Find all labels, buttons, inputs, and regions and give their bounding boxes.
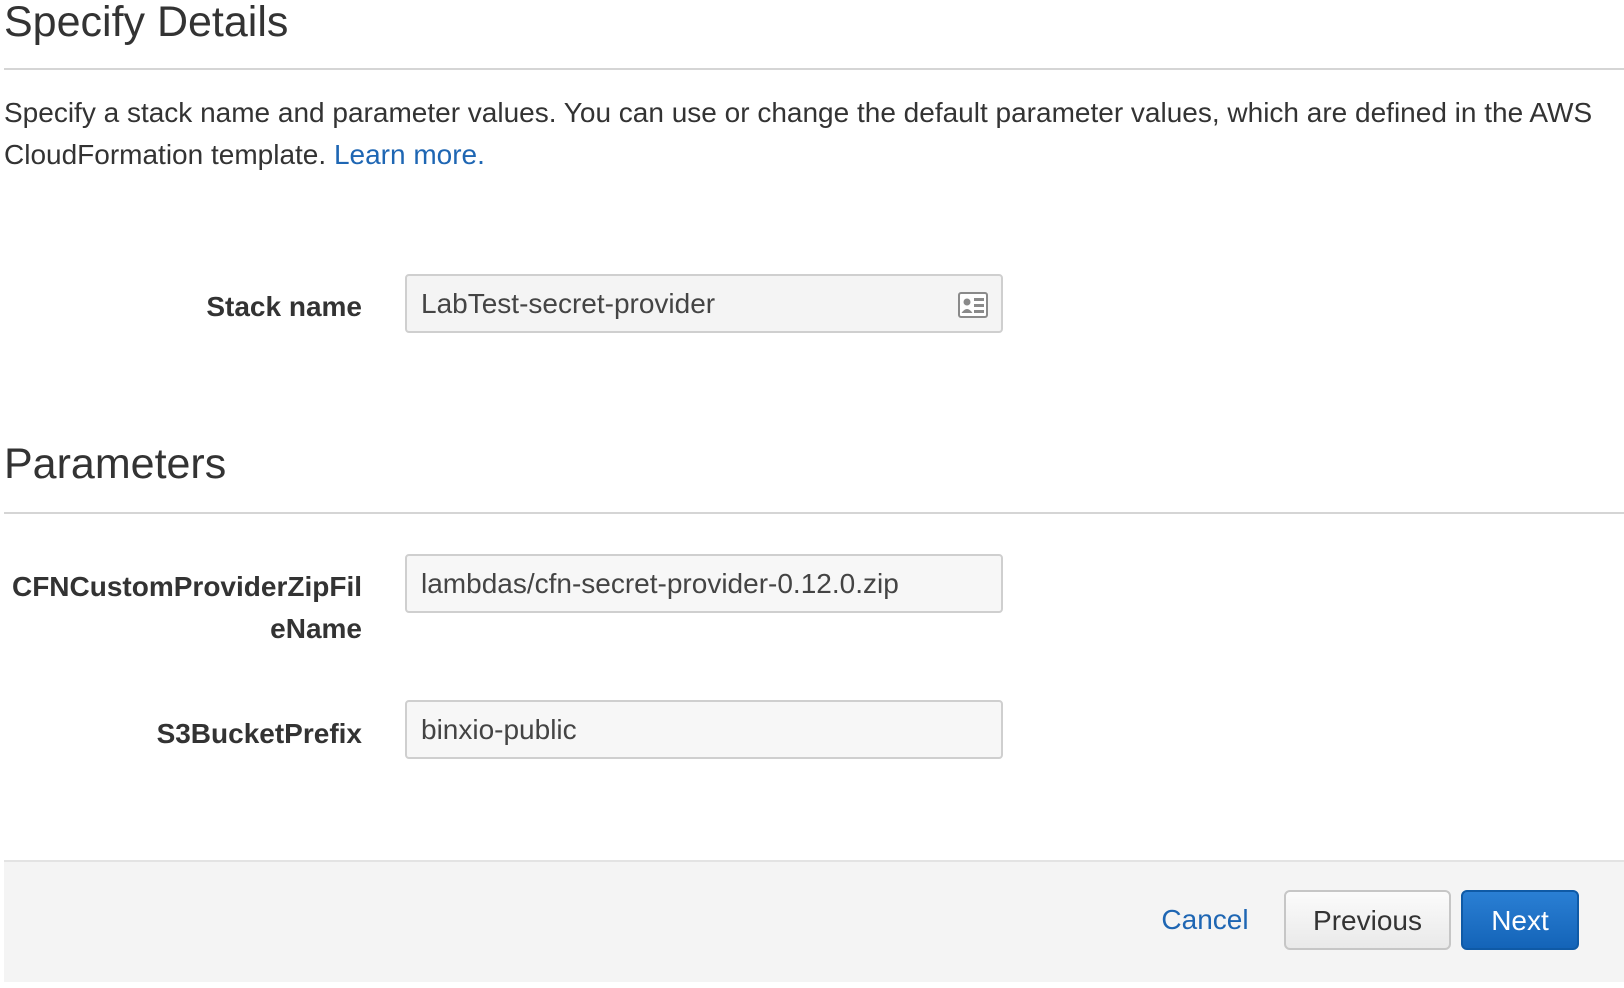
cfn-zip-filename-label: CFNCustomProviderZipFil eName	[2, 566, 362, 650]
cfn-label-line1: CFNCustomProviderZipFil	[11, 571, 362, 602]
parameters-divider	[4, 512, 1624, 514]
stack-name-label: Stack name	[206, 291, 362, 322]
cfn-zip-filename-input[interactable]	[405, 554, 1003, 613]
cancel-button[interactable]: Cancel	[1150, 890, 1260, 950]
page-description: Specify a stack name and parameter value…	[4, 92, 1620, 176]
parameters-heading: Parameters	[4, 440, 227, 488]
learn-more-link[interactable]: Learn more.	[334, 139, 485, 170]
s3-bucket-prefix-input[interactable]	[405, 700, 1003, 759]
next-button[interactable]: Next	[1461, 890, 1579, 950]
title-divider	[4, 68, 1624, 70]
stack-name-input[interactable]	[405, 274, 1003, 333]
previous-button[interactable]: Previous	[1284, 890, 1451, 950]
cfn-label-line2: eName	[270, 613, 362, 644]
page-title: Specify Details	[4, 0, 289, 46]
specify-details-page: Specify Details Specify a stack name and…	[0, 0, 1624, 988]
contact-card-icon[interactable]	[958, 292, 988, 318]
s3-bucket-prefix-label: S3BucketPrefix	[156, 718, 362, 749]
description-text: Specify a stack name and parameter value…	[4, 97, 1593, 170]
